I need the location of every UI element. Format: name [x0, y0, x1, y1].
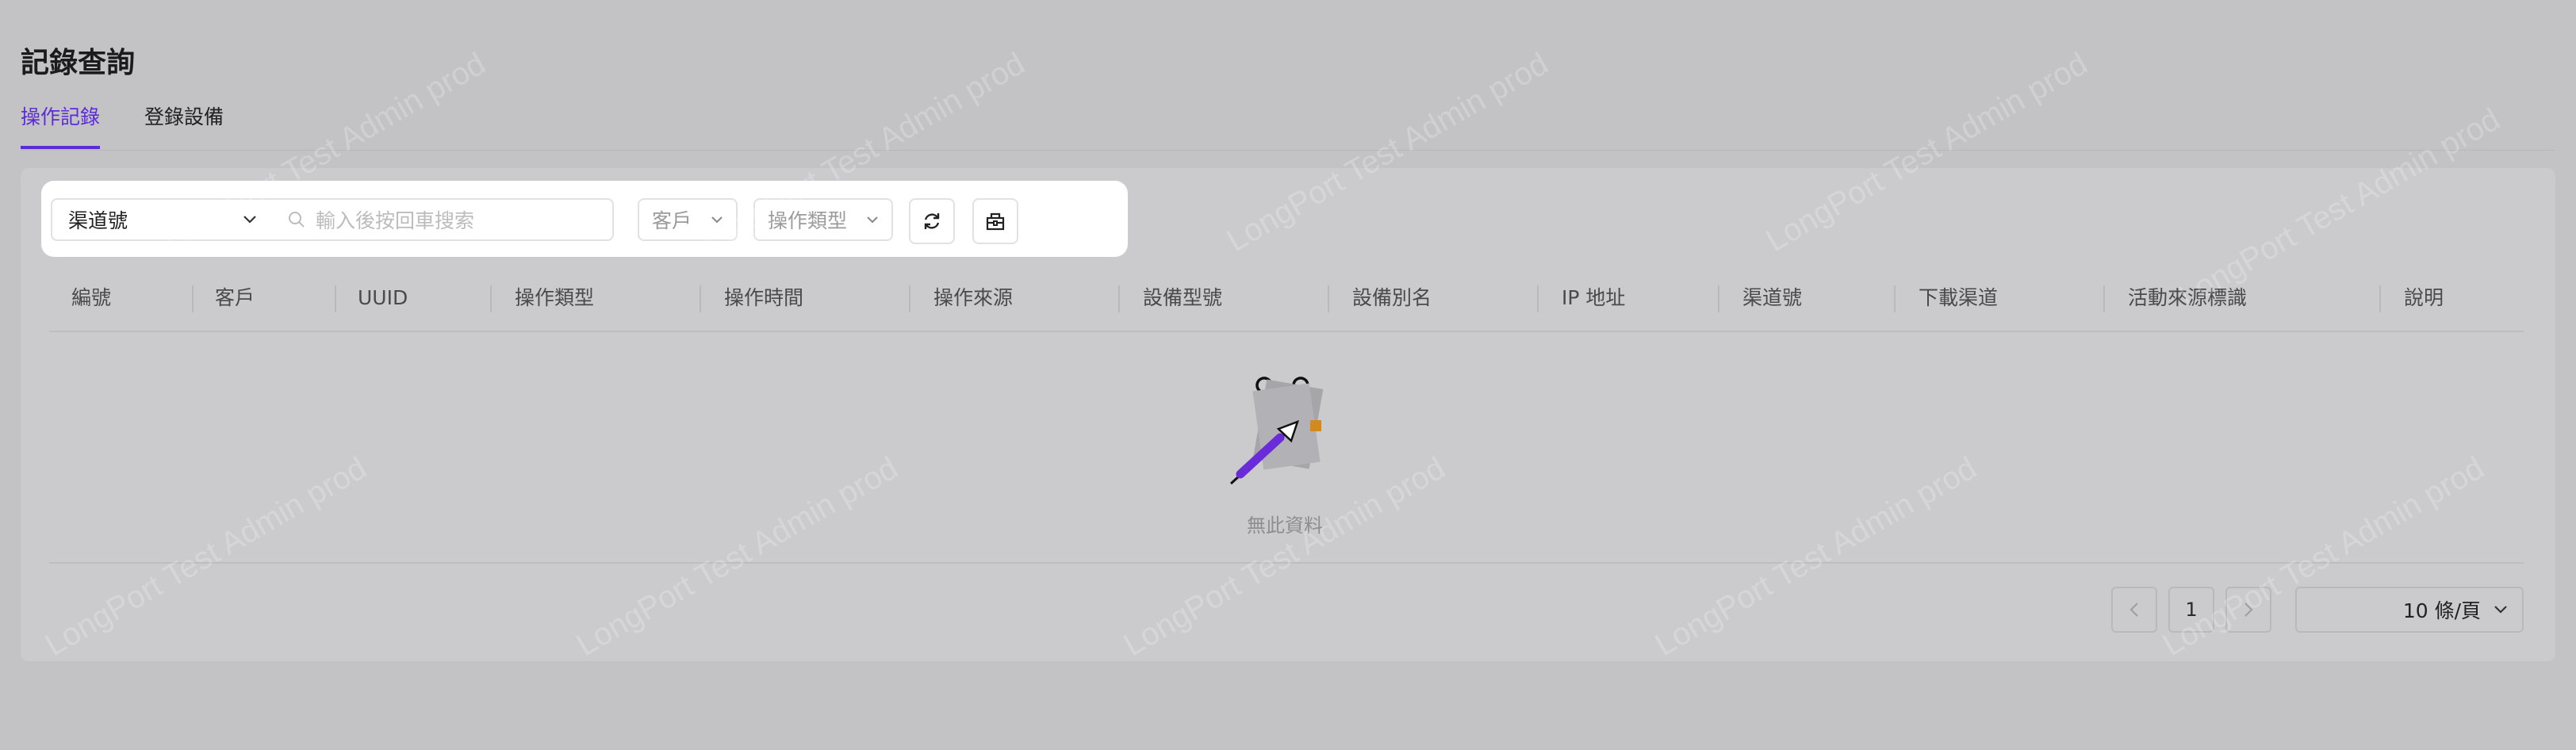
customer-filter[interactable]: 客戶 [638, 198, 738, 241]
column-divider[interactable] [335, 285, 336, 312]
column-divider[interactable] [1894, 285, 1896, 312]
column-header: 操作類型 [515, 286, 595, 309]
column-header: UUID [358, 286, 408, 309]
chevron-down-icon [2494, 606, 2507, 614]
tab-bar: 操作記錄 登錄設備 [21, 101, 224, 149]
column-divider[interactable] [490, 285, 492, 312]
column-header: 下載渠道 [1919, 286, 1999, 309]
next-page-button[interactable] [2225, 587, 2271, 633]
column-divider[interactable] [2379, 285, 2381, 312]
operation-type-filter-label: 操作類型 [768, 209, 848, 232]
tab-login-devices[interactable]: 登錄設備 [144, 101, 224, 149]
export-button[interactable] [972, 198, 1018, 244]
column-header: 設備別名 [1352, 286, 1432, 309]
search-icon [289, 212, 305, 228]
refresh-icon [924, 213, 940, 229]
column-divider[interactable] [1537, 285, 1539, 312]
tab-operation-records[interactable]: 操作記錄 [21, 101, 101, 149]
column-header: 操作時間 [724, 286, 804, 309]
page-number-button[interactable]: 1 [2168, 587, 2214, 633]
column-divider[interactable] [1328, 285, 1329, 312]
refresh-button[interactable] [909, 198, 955, 244]
column-header: IP 地址 [1562, 286, 1626, 309]
column-divider[interactable] [700, 285, 701, 312]
table-header-divider [49, 331, 2524, 332]
empty-state-text: 無此資料 [1247, 515, 1323, 537]
column-header: 渠道號 [1742, 286, 1803, 309]
operation-type-filter[interactable]: 操作類型 [753, 198, 893, 241]
page-title: 記錄查詢 [21, 47, 136, 79]
empty-state-icon [1229, 377, 1324, 485]
page-size-select[interactable]: 10 條/頁 [2295, 587, 2524, 633]
filter-toolbar: 渠道號 輸入後按回車搜索 客戶 操作類型 [41, 181, 1128, 257]
export-icon [986, 212, 1005, 231]
table-body-divider [49, 562, 2524, 564]
chevron-down-icon [711, 216, 723, 224]
column-header: 操作來源 [933, 286, 1014, 309]
chevron-down-icon [867, 216, 878, 224]
page-size-label: 10 條/頁 [2402, 599, 2481, 622]
chevron-left-icon [2129, 603, 2138, 617]
column-header: 說明 [2404, 286, 2444, 309]
chevron-down-icon [243, 216, 256, 224]
column-divider[interactable] [192, 285, 194, 312]
table-header: 編號 客戶 UUID 操作類型 操作時間 操作來源 設備型號 設備別名 IP 地… [49, 282, 2524, 314]
column-divider[interactable] [2103, 285, 2105, 312]
column-divider[interactable] [1118, 285, 1120, 312]
prev-page-button[interactable] [2111, 587, 2157, 633]
customer-filter-label: 客戶 [652, 209, 692, 232]
column-header: 編號 [71, 286, 112, 309]
column-header: 客戶 [215, 286, 255, 309]
chevron-right-icon [2244, 603, 2253, 617]
channel-select[interactable]: 渠道號 [51, 198, 274, 241]
column-divider[interactable] [909, 285, 910, 312]
column-header: 設備型號 [1143, 286, 1223, 309]
column-divider[interactable] [1718, 285, 1719, 312]
channel-select-label: 渠道號 [68, 209, 128, 232]
search-placeholder: 輸入後按回車搜索 [316, 209, 475, 232]
tabs-divider [21, 150, 2555, 151]
search-input[interactable]: 輸入後按回車搜索 [273, 198, 614, 241]
column-header: 活動來源標識 [2128, 286, 2248, 309]
